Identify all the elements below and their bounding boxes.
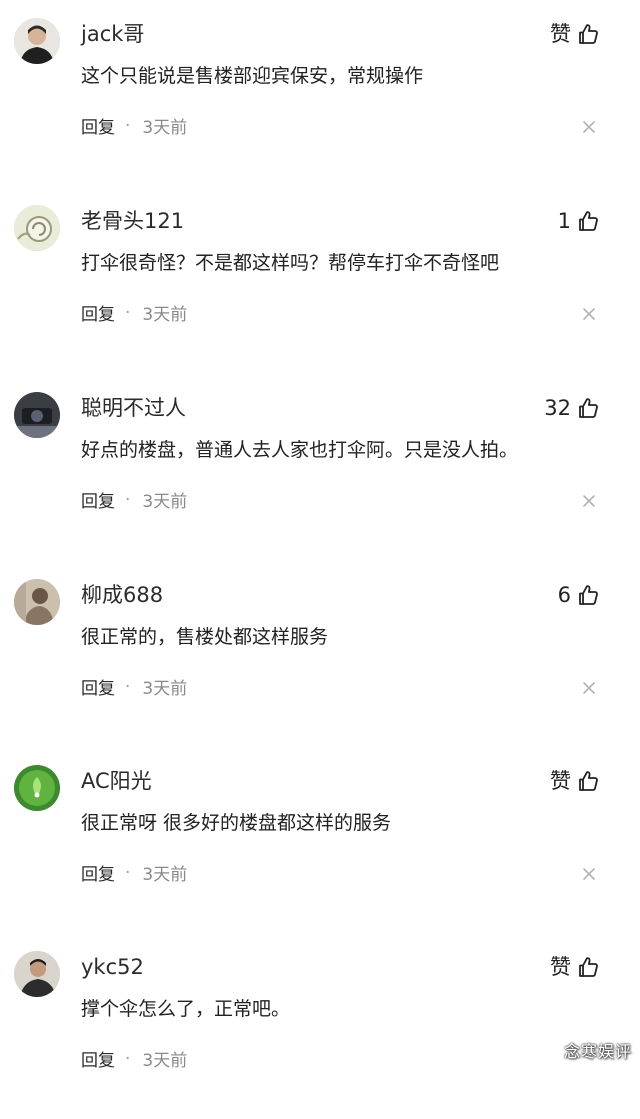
- thumbs-up-icon: [576, 396, 600, 420]
- separator-dot: ·: [125, 302, 131, 323]
- thumbs-up-icon: [576, 22, 600, 46]
- timestamp: 3天前: [142, 865, 188, 885]
- reply-button[interactable]: 回复: [81, 113, 115, 138]
- avatar[interactable]: [14, 205, 60, 251]
- close-icon[interactable]: [582, 681, 596, 695]
- separator-dot: ·: [125, 1048, 131, 1069]
- separator-dot: ·: [125, 676, 131, 697]
- separator-dot: ·: [125, 489, 131, 510]
- comment-meta: 回复 · 3天前: [81, 300, 188, 326]
- separator-dot: ·: [125, 862, 131, 883]
- comment-text: 打伞很奇怪？不是都这样吗？帮停车打伞不奇怪吧: [81, 252, 500, 274]
- avatar[interactable]: [14, 392, 60, 438]
- comment-item: jack哥 赞 这个只能说是售楼部迎宾保安，常规操作 回复 · 3天前: [0, 0, 640, 186]
- avatar[interactable]: [14, 18, 60, 64]
- thumbs-up-icon: [576, 209, 600, 233]
- close-icon[interactable]: [582, 120, 596, 134]
- comment-text: 很正常呀 很多好的楼盘都这样的服务: [81, 812, 392, 834]
- avatar[interactable]: [14, 579, 60, 625]
- close-icon[interactable]: [582, 307, 596, 321]
- comment-text: 很正常的，售楼处都这样服务: [81, 626, 329, 648]
- timestamp: 3天前: [142, 305, 188, 325]
- timestamp: 3天前: [142, 1051, 188, 1071]
- like-button[interactable]: 赞: [550, 767, 600, 795]
- like-count: 32: [544, 396, 571, 420]
- like-button[interactable]: 赞: [550, 20, 600, 48]
- watermark: 念寒娱评: [563, 1042, 632, 1061]
- like-count: 赞: [550, 769, 571, 793]
- avatar[interactable]: [14, 765, 60, 811]
- comment-item: ykc52 赞 撑个伞怎么了，正常吧。 回复 · 3天前: [0, 933, 640, 1119]
- username[interactable]: 老骨头121: [81, 206, 184, 236]
- separator-dot: ·: [125, 115, 131, 136]
- reply-button[interactable]: 回复: [81, 487, 115, 512]
- timestamp: 3天前: [142, 118, 188, 138]
- thumbs-up-icon: [576, 583, 600, 607]
- reply-button[interactable]: 回复: [81, 860, 115, 885]
- comment-item: 老骨头121 1 打伞很奇怪？不是都这样吗？帮停车打伞不奇怪吧 回复 · 3天前: [0, 187, 640, 373]
- close-icon[interactable]: [582, 494, 596, 508]
- comment-item: 柳成688 6 很正常的，售楼处都这样服务 回复 · 3天前: [0, 561, 640, 747]
- like-count: 1: [557, 209, 571, 233]
- username[interactable]: 聪明不过人: [81, 393, 186, 423]
- like-button[interactable]: 6: [558, 581, 600, 609]
- comment-text: 撑个伞怎么了，正常吧。: [81, 998, 291, 1020]
- avatar[interactable]: [14, 951, 60, 997]
- comment-meta: 回复 · 3天前: [81, 860, 188, 886]
- timestamp: 3天前: [142, 679, 188, 699]
- comment-meta: 回复 · 3天前: [81, 1046, 188, 1072]
- reply-button[interactable]: 回复: [81, 1046, 115, 1071]
- close-icon[interactable]: [582, 867, 596, 881]
- like-button[interactable]: 赞: [550, 953, 600, 981]
- username[interactable]: jack哥: [81, 19, 144, 49]
- username[interactable]: ykc52: [81, 952, 144, 982]
- comment-text: 这个只能说是售楼部迎宾保安，常规操作: [81, 65, 424, 87]
- comment-item: AC阳光 赞 很正常呀 很多好的楼盘都这样的服务 回复 · 3天前: [0, 747, 640, 933]
- like-button[interactable]: 1: [558, 207, 600, 235]
- comment-text: 好点的楼盘，普通人去人家也打伞阿。只是没人拍。: [81, 439, 519, 461]
- thumbs-up-icon: [576, 955, 600, 979]
- reply-button[interactable]: 回复: [81, 674, 115, 699]
- reply-button[interactable]: 回复: [81, 300, 115, 325]
- username[interactable]: AC阳光: [81, 766, 152, 796]
- timestamp: 3天前: [142, 492, 188, 512]
- comment-item: 聪明不过人 32 好点的楼盘，普通人去人家也打伞阿。只是没人拍。 回复 · 3天…: [0, 374, 640, 560]
- username[interactable]: 柳成688: [81, 580, 163, 610]
- like-count: 赞: [550, 22, 571, 46]
- like-count: 赞: [550, 955, 571, 979]
- thumbs-up-icon: [576, 769, 600, 793]
- comment-meta: 回复 · 3天前: [81, 487, 188, 513]
- comment-meta: 回复 · 3天前: [81, 113, 188, 139]
- like-button[interactable]: 32: [544, 394, 600, 422]
- comment-meta: 回复 · 3天前: [81, 674, 188, 700]
- like-count: 6: [557, 583, 571, 607]
